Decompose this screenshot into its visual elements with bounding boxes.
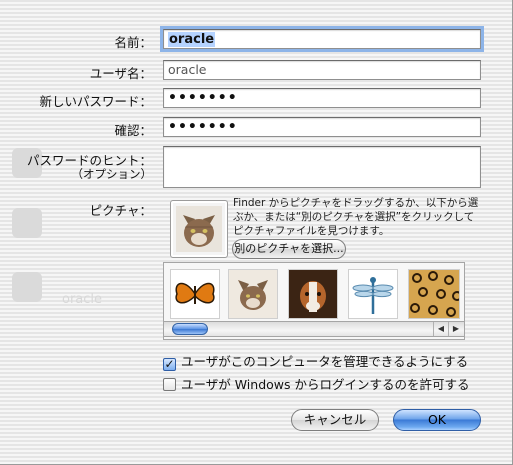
ghost-user-icon: [12, 272, 42, 302]
thumbnail-leopard[interactable]: [408, 269, 460, 319]
dragonfly-icon: [349, 270, 397, 318]
allow-windows-login-label: ユーザが Windows からログインするのを許可する: [181, 377, 470, 392]
new-password-value: •••••••: [168, 90, 238, 106]
confirm-password-value: •••••••: [168, 119, 238, 135]
thumbnail-dragonfly[interactable]: [348, 269, 398, 319]
new-user-sheet: oracle 名前： oracle ユーザ名： oracle 新しいパスワード：…: [0, 0, 513, 465]
ok-button[interactable]: OK: [393, 409, 481, 431]
scroll-right-arrow-icon[interactable]: ▶: [448, 322, 463, 336]
butterfly-icon: [175, 282, 215, 304]
thumbnail-cat[interactable]: [228, 269, 278, 319]
cancel-button[interactable]: キャンセル: [291, 409, 379, 431]
choose-other-picture-button[interactable]: 別のピクチャを選択...: [232, 239, 346, 259]
picture-instructions: Finder からピクチャをドラッグするか、以下から選ぶか、または“別のピクチャ…: [233, 197, 479, 237]
picture-label: ピクチャ：: [89, 203, 152, 218]
scrollbar-thumb[interactable]: [172, 323, 208, 335]
allow-admin-option[interactable]: ✓ ユーザがこのコンピュータを管理できるようにする: [163, 351, 468, 371]
name-value: oracle: [168, 32, 216, 47]
thumbnail-dog[interactable]: [288, 269, 338, 319]
ghost-user-icon: [12, 208, 42, 238]
allow-windows-login-option[interactable]: ユーザが Windows からログインするのを許可する: [163, 374, 470, 393]
password-hint-field[interactable]: [163, 146, 481, 188]
username-label: ユーザ名：: [89, 66, 152, 81]
new-password-label: 新しいパスワード：: [39, 94, 152, 109]
scroll-left-arrow-icon[interactable]: ◀: [433, 322, 448, 336]
confirm-label: 確認：: [114, 123, 152, 138]
new-password-field[interactable]: •••••••: [163, 88, 481, 108]
picture-browser-scrollbar[interactable]: ◀ ▶: [163, 321, 465, 337]
allow-windows-login-checkbox[interactable]: [163, 378, 176, 391]
confirm-password-field[interactable]: •••••••: [163, 117, 481, 137]
allow-admin-label: ユーザがこのコンピュータを管理できるようにする: [181, 354, 469, 369]
allow-admin-checkbox[interactable]: ✓: [163, 358, 176, 371]
leopard-pattern-icon: [409, 270, 459, 318]
dog-icon: [289, 270, 337, 318]
cat-picture-icon: [176, 206, 222, 252]
name-label: 名前：: [114, 35, 152, 50]
ghost-user-name: oracle: [62, 292, 103, 307]
name-field[interactable]: oracle: [160, 26, 484, 52]
username-value: oracle: [168, 62, 207, 77]
password-hint-optional-label: （オプション）: [71, 167, 153, 181]
thumbnail-butterfly[interactable]: [170, 269, 220, 319]
cat-thumbnail-icon: [229, 270, 277, 318]
username-field[interactable]: oracle: [163, 60, 481, 80]
selected-picture-well[interactable]: [170, 200, 228, 258]
